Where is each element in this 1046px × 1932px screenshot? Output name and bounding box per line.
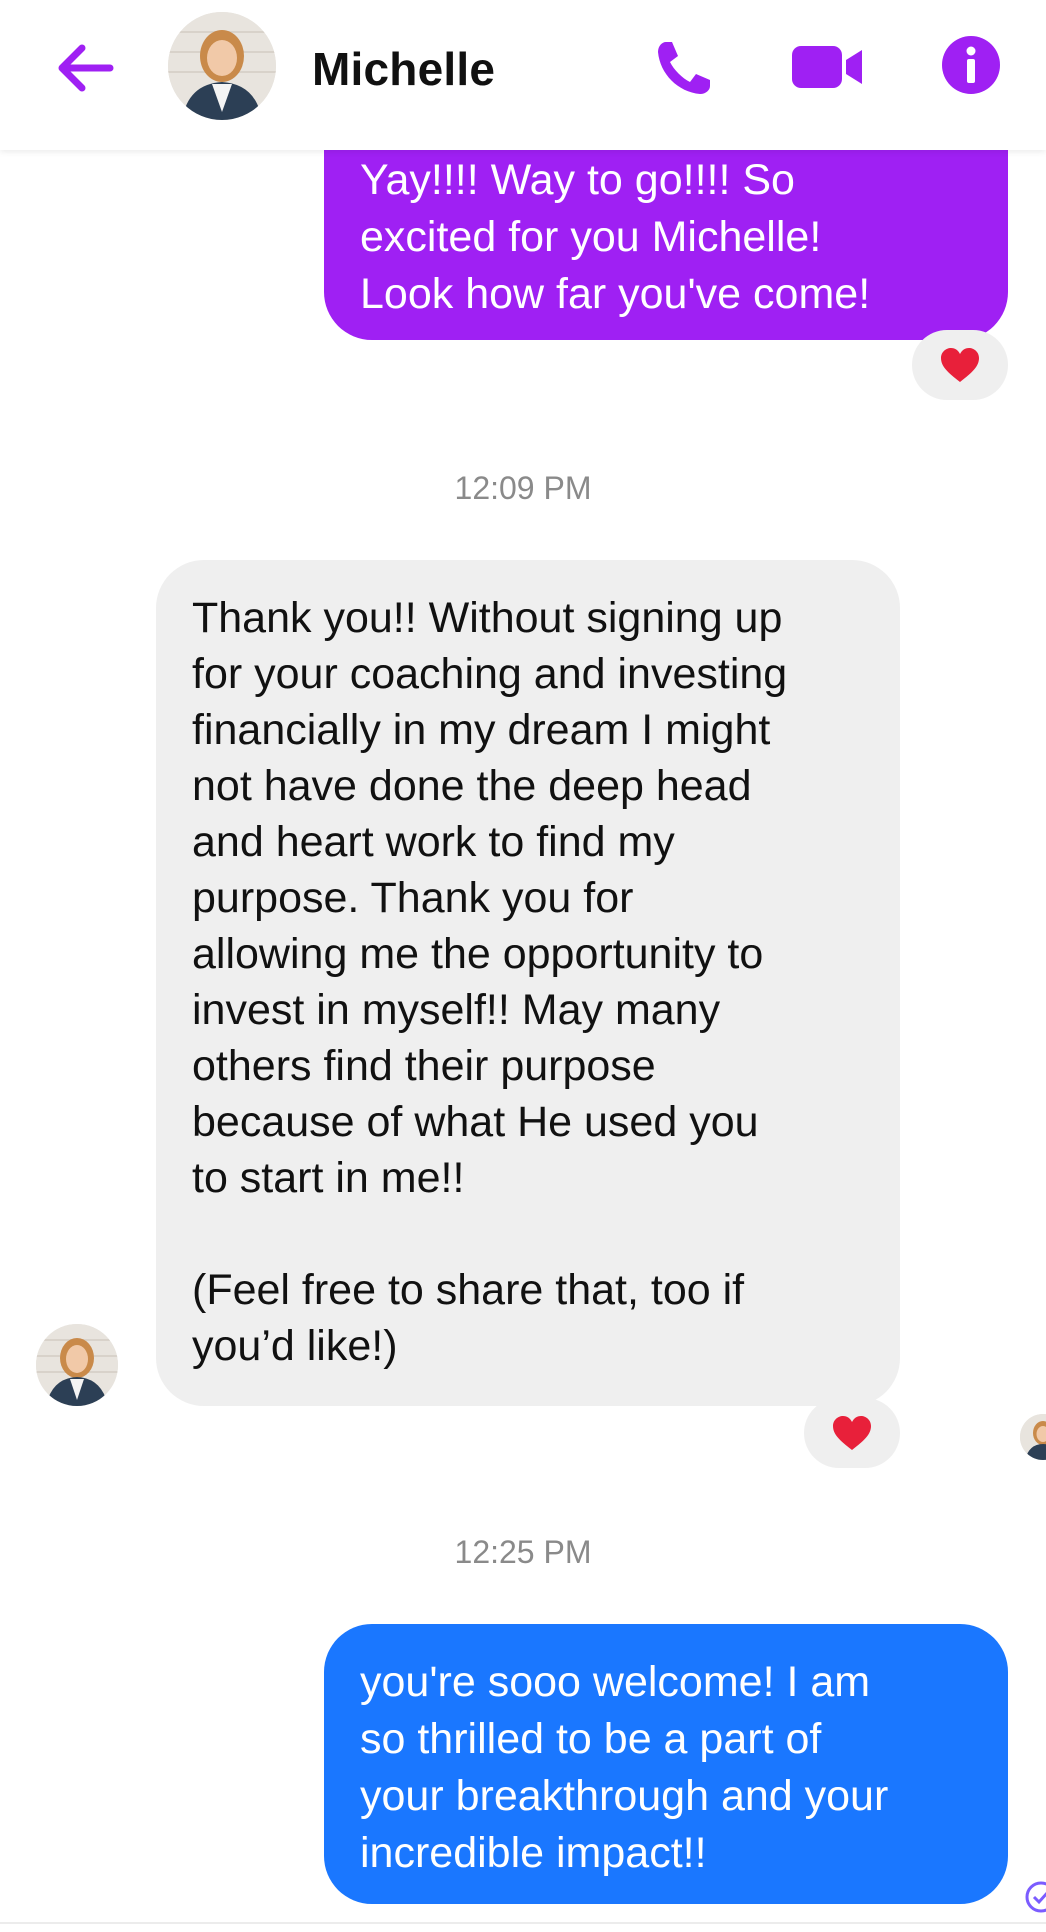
sent-check-icon (1025, 1881, 1046, 1913)
contact-name[interactable]: Michelle (312, 42, 495, 96)
reaction-badge[interactable] (912, 330, 1008, 400)
message-bubble-received[interactable]: Thank you!! Without signing up for your … (156, 560, 900, 1406)
message-bubble-sent[interactable]: Yay!!!! Way to go!!!! So excited for you… (324, 146, 1008, 340)
divider (0, 1922, 1046, 1924)
seen-indicator-avatar (1020, 1414, 1046, 1460)
chat-header: Michelle (0, 0, 1046, 150)
message-bubble-sent[interactable]: you're sooo welcome! I am so thrilled to… (324, 1624, 1008, 1904)
info-icon[interactable] (940, 34, 1002, 96)
contact-avatar[interactable] (168, 12, 276, 120)
heart-icon (833, 1416, 871, 1450)
back-arrow-icon[interactable] (50, 38, 120, 98)
video-camera-icon[interactable] (790, 42, 864, 92)
phone-icon[interactable] (652, 36, 716, 100)
sender-avatar[interactable] (36, 1324, 118, 1406)
heart-icon (941, 348, 979, 382)
message-timestamp: 12:25 PM (454, 1534, 592, 1570)
reaction-badge[interactable] (804, 1398, 900, 1468)
message-timestamp: 12:09 PM (454, 470, 592, 506)
